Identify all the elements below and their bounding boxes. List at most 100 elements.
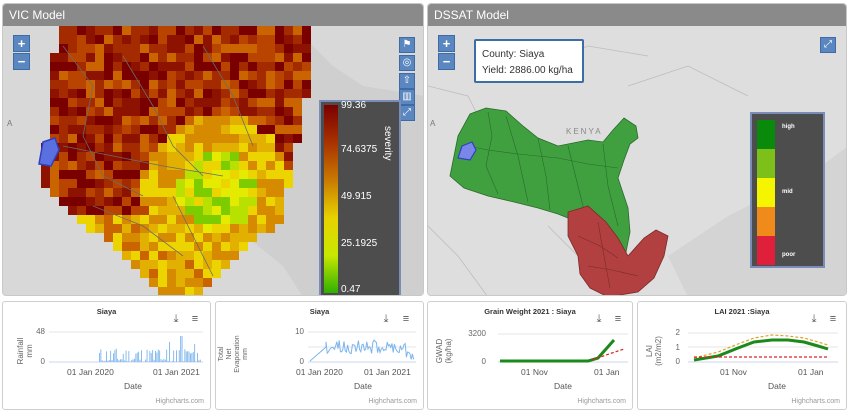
severity-cell [140,188,149,197]
severity-cell [194,26,203,35]
severity-cell [140,26,149,35]
severity-cell [239,161,248,170]
fullscreen-icon[interactable]: ⤢ [399,105,415,121]
severity-cell [59,197,68,206]
severity-cell [86,35,95,44]
severity-cell [59,188,68,197]
severity-cell [149,44,158,53]
severity-cell [95,143,104,152]
severity-cell [140,35,149,44]
dssat-zoom-in-button[interactable]: + [438,35,455,52]
compass-icon[interactable]: ◎ [399,55,415,71]
upload-icon[interactable]: ⇧ [399,73,415,89]
severity-cell [212,224,221,233]
trash-icon[interactable]: ▥ [399,89,415,105]
severity-cell [149,170,158,179]
severity-cell [95,215,104,224]
rain-bar [139,359,141,362]
severity-cell [284,116,293,125]
severity-cell [185,26,194,35]
severity-cell [113,161,122,170]
severity-cell [185,260,194,269]
severity-cell [266,62,275,71]
chart-credit[interactable]: Highcharts.com [577,398,626,405]
x-axis-title: Date [768,381,786,391]
vic-zoom-out-button[interactable]: − [13,53,30,70]
severity-cell [239,224,248,233]
severity-cell [140,260,149,269]
severity-cell [194,53,203,62]
severity-cell [104,89,113,98]
chart-credit[interactable]: Highcharts.com [368,398,417,405]
severity-cell [248,161,257,170]
severity-cell [158,287,167,295]
severity-cell [212,98,221,107]
severity-cell [167,179,176,188]
grain-weight-chart: Grain Weight 2021 : Siaya ⤓ ≡ GWAD (kg/ha… [427,301,633,410]
severity-cell [167,233,176,242]
dssat-zoom-out-button[interactable]: − [438,53,455,70]
vic-zoom-control: + − [13,35,30,70]
rain-bar [111,359,113,362]
severity-cell [203,35,212,44]
chart-credit[interactable]: Highcharts.com [155,398,204,405]
severity-cell [194,125,203,134]
severity-cell [230,161,239,170]
severity-cell [131,260,140,269]
severity-cell [68,188,77,197]
dssat-zoom-control: + − [438,35,455,70]
severity-cell [167,161,176,170]
rainfall-plot [49,331,203,363]
severity-cell [68,170,77,179]
severity-cell [293,44,302,53]
severity-cell [284,134,293,143]
severity-cell [239,98,248,107]
severity-cell [50,53,59,62]
rain-bar [108,360,110,362]
rain-bar [160,359,162,362]
severity-cell [77,80,86,89]
severity-cell [50,98,59,107]
dssat-map[interactable]: KENYA A + − ⤢ County: Siaya Yield: 2886.… [428,26,846,295]
severity-cell [149,134,158,143]
severity-cell [86,206,95,215]
severity-cell [239,170,248,179]
bookmark-icon[interactable]: ⚑ [399,37,415,53]
severity-cell [230,215,239,224]
severity-cell [248,62,257,71]
vic-map[interactable]: A + − ⚑ ◎ ⇧ ▥ ⤢ 99.36 74.6375 49.915 25.… [3,26,423,295]
severity-cell [122,44,131,53]
severity-cell [248,233,257,242]
severity-cell [86,53,95,62]
severity-cell [149,152,158,161]
rain-bar [180,336,182,362]
rain-bar [138,351,140,362]
severity-cell [104,53,113,62]
severity-cell [122,107,131,116]
severity-cell [113,35,122,44]
severity-cell [230,35,239,44]
rain-bar [107,360,109,362]
tooltip-yield: Yield: 2886.00 kg/ha [482,65,573,76]
severity-cell [167,62,176,71]
severity-cell [203,80,212,89]
severity-cell [221,62,230,71]
severity-cell [149,215,158,224]
severity-cell [167,224,176,233]
severity-cell [77,152,86,161]
severity-cell [104,197,113,206]
severity-cell [194,215,203,224]
severity-cell [275,107,284,116]
severity-cell [122,143,131,152]
severity-cell [257,89,266,98]
chart-credit[interactable]: Highcharts.com [791,398,840,405]
fullscreen-icon[interactable]: ⤢ [820,37,836,53]
vic-zoom-in-button[interactable]: + [13,35,30,52]
severity-cell [275,215,284,224]
severity-cell [77,116,86,125]
severity-cell [68,152,77,161]
severity-cell [248,80,257,89]
severity-cell [158,206,167,215]
severity-cell [158,278,167,287]
severity-cell [248,188,257,197]
